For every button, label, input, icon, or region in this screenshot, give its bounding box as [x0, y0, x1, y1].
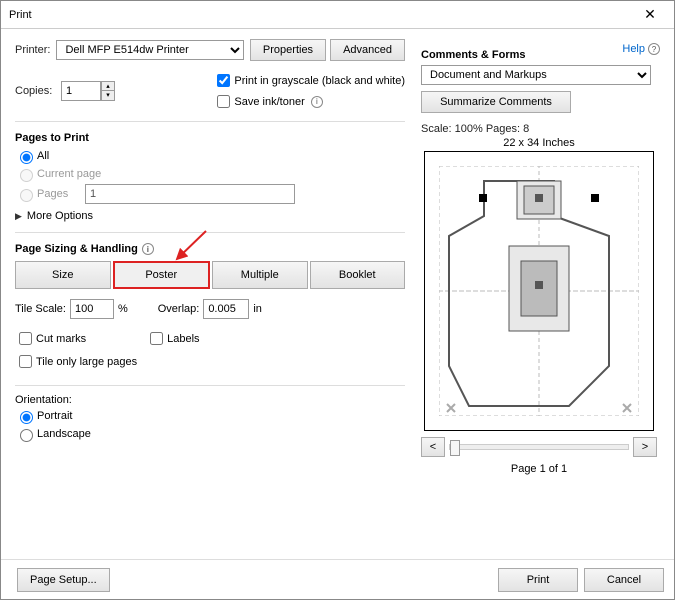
overlap-suffix: in — [253, 303, 262, 315]
page-indicator: Page 1 of 1 — [421, 463, 657, 475]
cutmarks-label: Cut marks — [36, 333, 86, 345]
saveink-checkbox[interactable] — [217, 95, 230, 108]
copies-label: Copies: — [15, 85, 55, 97]
dimensions-label: 22 x 34 Inches — [421, 137, 657, 149]
info-icon: i — [311, 96, 323, 108]
comments-select[interactable]: Document and Markups — [421, 65, 651, 85]
tile-large-checkbox[interactable] — [19, 355, 32, 368]
copies-stepper[interactable]: ▴▾ — [101, 81, 115, 101]
scale-info: Scale: 100% Pages: 8 — [421, 123, 657, 135]
tile-scale-label: Tile Scale: — [15, 303, 66, 315]
grayscale-checkbox[interactable] — [217, 74, 230, 87]
size-button[interactable]: Size — [15, 261, 111, 289]
stepper-up-icon[interactable]: ▴ — [102, 82, 114, 91]
help-icon: ? — [648, 43, 660, 55]
page-setup-button[interactable]: Page Setup... — [17, 568, 110, 592]
annotation-arrow — [171, 229, 211, 269]
labels-label: Labels — [167, 333, 199, 345]
all-label: All — [37, 150, 49, 162]
overlap-label: Overlap: — [158, 303, 200, 315]
portrait-label: Portrait — [37, 410, 72, 422]
copies-input[interactable] — [61, 81, 101, 101]
slider-thumb[interactable] — [450, 440, 460, 456]
preview-content — [439, 166, 639, 416]
pages-label: Pages — [37, 188, 85, 200]
print-preview — [424, 151, 654, 431]
info-icon: i — [142, 243, 154, 255]
tile-scale-input[interactable] — [70, 299, 114, 319]
print-button[interactable]: Print — [498, 568, 578, 592]
overlap-input[interactable] — [203, 299, 249, 319]
landscape-radio[interactable] — [20, 429, 33, 442]
page-slider[interactable] — [449, 444, 629, 450]
pages-radio — [20, 189, 33, 202]
help-link[interactable]: Help ? — [622, 43, 660, 55]
print-dialog: Print ✕ Help ? Printer: Dell MFP E514dw … — [0, 0, 675, 600]
cutmarks-checkbox[interactable] — [19, 332, 32, 345]
close-button[interactable]: ✕ — [634, 6, 666, 23]
pages-input — [85, 184, 295, 204]
portrait-radio[interactable] — [20, 411, 33, 424]
grayscale-label: Print in grayscale (black and white) — [234, 75, 405, 87]
printer-select[interactable]: Dell MFP E514dw Printer — [56, 40, 243, 60]
titlebar: Print ✕ — [1, 1, 674, 29]
help-label: Help — [622, 43, 645, 55]
current-radio — [20, 169, 33, 182]
cancel-button[interactable]: Cancel — [584, 568, 664, 592]
booklet-button[interactable]: Booklet — [310, 261, 406, 289]
landscape-label: Landscape — [37, 428, 91, 440]
sizing-heading: Page Sizing & Handling — [15, 243, 138, 255]
saveink-label: Save ink/toner — [234, 96, 304, 108]
next-page-button[interactable]: > — [633, 437, 657, 457]
more-options-label: More Options — [27, 210, 93, 222]
tile-scale-suffix: % — [118, 303, 128, 315]
printer-label: Printer: — [15, 44, 50, 56]
current-label: Current page — [37, 168, 101, 180]
triangle-right-icon: ▶ — [15, 211, 22, 222]
properties-button[interactable]: Properties — [250, 39, 326, 61]
prev-page-button[interactable]: < — [421, 437, 445, 457]
summarize-button[interactable]: Summarize Comments — [421, 91, 571, 113]
stepper-down-icon[interactable]: ▾ — [102, 91, 114, 100]
labels-checkbox[interactable] — [150, 332, 163, 345]
window-title: Print — [9, 9, 634, 21]
all-radio[interactable] — [20, 151, 33, 164]
tile-large-label: Tile only large pages — [36, 356, 137, 368]
advanced-button[interactable]: Advanced — [330, 39, 405, 61]
orientation-heading: Orientation: — [15, 394, 405, 406]
pages-heading: Pages to Print — [15, 132, 405, 144]
more-options-toggle[interactable]: ▶ More Options — [15, 210, 405, 222]
multiple-button[interactable]: Multiple — [212, 261, 308, 289]
